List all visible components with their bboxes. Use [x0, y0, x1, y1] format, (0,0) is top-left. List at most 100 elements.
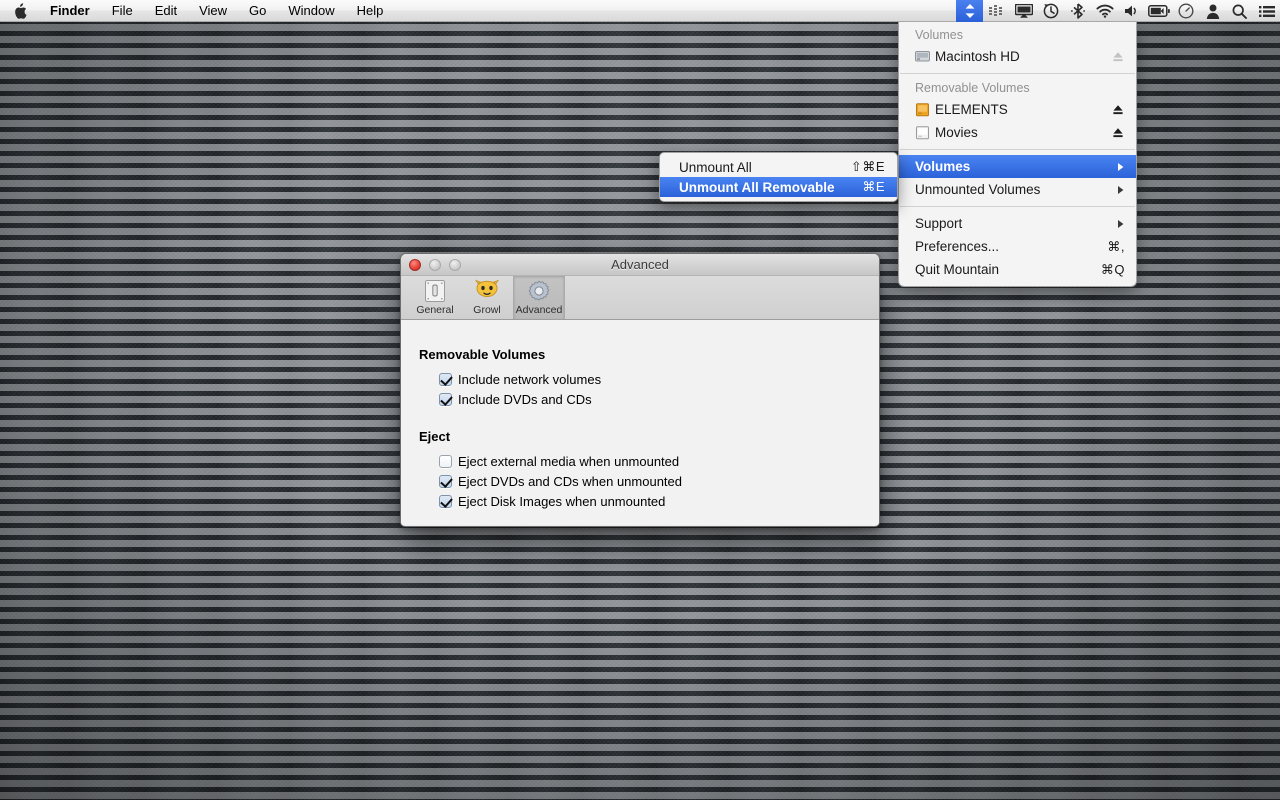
checkbox-box[interactable] [439, 393, 452, 406]
menu-window[interactable]: Window [277, 0, 345, 22]
menu-bar: Finder File Edit View Go Window Help [0, 0, 1280, 22]
menu-finder[interactable]: Finder [39, 0, 101, 22]
menu-item-label: ELEMENTS [935, 102, 1111, 117]
submenu-arrow-icon [1113, 219, 1125, 229]
close-button[interactable] [409, 259, 421, 271]
menu-item-elements[interactable]: ELEMENTS [899, 98, 1136, 121]
menu-item-support[interactable]: Support [899, 212, 1136, 235]
volume-icon[interactable] [1118, 0, 1145, 22]
menu-separator [900, 149, 1135, 150]
menu-item-preferences[interactable]: Preferences... ⌘, [899, 235, 1136, 258]
external-disk-orange-icon [915, 103, 935, 117]
menu-separator [900, 206, 1135, 207]
submenu-item-label: Unmount All Removable [679, 180, 850, 195]
checkbox-box[interactable] [439, 373, 452, 386]
group-removable-volumes: Removable Volumes Include network volume… [419, 347, 879, 409]
menu-item-label: Volumes [915, 159, 1113, 174]
preferences-window: Advanced General [400, 253, 880, 527]
menu-item-shortcut: ⌘Q [1101, 262, 1125, 278]
menu-item-label: Macintosh HD [935, 49, 1111, 64]
submenu-arrow-icon [1113, 162, 1125, 172]
window-title: Advanced [401, 257, 879, 272]
checkbox-include-dvds-and-cds[interactable]: Include DVDs and CDs [419, 389, 879, 409]
menu-file[interactable]: File [101, 0, 144, 22]
submenu-item-shortcut: ⌘E [862, 179, 885, 195]
menu-item-shortcut: ⌘, [1107, 239, 1125, 255]
submenu-item-shortcut: ⇧⌘E [851, 159, 885, 175]
menu-bar-extras [956, 0, 1280, 21]
window-titlebar[interactable]: Advanced [401, 254, 879, 276]
minimize-button[interactable] [429, 259, 441, 271]
internal-disk-icon [915, 50, 935, 63]
user-account-icon[interactable] [1199, 0, 1226, 22]
group-title: Eject [419, 429, 879, 444]
menu-item-label: Support [915, 216, 1113, 231]
menu-item-volumes[interactable]: Volumes [899, 155, 1136, 178]
menu-item-label: Preferences... [915, 239, 1095, 254]
menu-item-unmounted-volumes[interactable]: Unmounted Volumes [899, 178, 1136, 201]
eject-icon[interactable] [1111, 127, 1125, 139]
checkbox-label: Include network volumes [458, 372, 601, 387]
airplay-icon[interactable] [1010, 0, 1037, 22]
menu-item-label: Movies [935, 125, 1111, 140]
menu-edit[interactable]: Edit [144, 0, 188, 22]
notification-center-icon[interactable] [1253, 0, 1280, 22]
menu-separator [900, 73, 1135, 74]
checkbox-include-network-volumes[interactable]: Include network volumes [419, 369, 879, 389]
menu-view[interactable]: View [188, 0, 238, 22]
toolbar-tab-label: Growl [473, 305, 500, 316]
external-disk-white-icon [915, 126, 935, 140]
toolbar-tab-label: Advanced [516, 305, 563, 316]
menu-item-macintosh-hd[interactable]: Macintosh HD [899, 45, 1136, 68]
eject-icon[interactable] [1111, 104, 1125, 116]
submenu-item-unmount-all-removable[interactable]: Unmount All Removable ⌘E [660, 177, 897, 197]
volumes-submenu: Unmount All ⇧⌘E Unmount All Removable ⌘E [659, 152, 898, 202]
checkbox-eject-dvds-and-cds[interactable]: Eject DVDs and CDs when unmounted [419, 471, 879, 491]
eject-icon[interactable] [1111, 51, 1125, 63]
checkbox-box[interactable] [439, 495, 452, 508]
menu-item-label: Quit Mountain [915, 262, 1089, 277]
preferences-toolbar: General Growl [401, 276, 879, 320]
menu-bar-left: Finder File Edit View Go Window Help [0, 0, 394, 21]
clock-icon[interactable] [1172, 0, 1199, 22]
bluetooth-icon[interactable] [1064, 0, 1091, 22]
menu-help[interactable]: Help [346, 0, 395, 22]
mountain-eject-icon[interactable] [956, 0, 983, 22]
menu-item-quit-mountain[interactable]: Quit Mountain ⌘Q [899, 258, 1136, 281]
growl-dog-icon [474, 278, 500, 304]
toolbar-tab-general[interactable]: General [409, 276, 461, 319]
toolbar-tab-label: General [416, 305, 453, 316]
checkbox-label: Eject Disk Images when unmounted [458, 494, 665, 509]
menu-item-movies[interactable]: Movies [899, 121, 1136, 144]
checkbox-eject-external-media[interactable]: Eject external media when unmounted [419, 451, 879, 471]
equalizer-icon[interactable] [983, 0, 1010, 22]
zoom-button[interactable] [449, 259, 461, 271]
group-eject: Eject Eject external media when unmounte… [419, 429, 879, 511]
gear-icon [526, 278, 552, 304]
submenu-item-unmount-all[interactable]: Unmount All ⇧⌘E [660, 157, 897, 177]
menu-item-label: Unmounted Volumes [915, 182, 1113, 197]
battery-icon[interactable] [1145, 0, 1172, 22]
menu-section-volumes-title: Volumes [899, 26, 1136, 45]
toolbar-tab-advanced[interactable]: Advanced [513, 276, 565, 319]
spotlight-search-icon[interactable] [1226, 0, 1253, 22]
menu-go[interactable]: Go [238, 0, 277, 22]
checkbox-label: Include DVDs and CDs [458, 392, 592, 407]
submenu-arrow-icon [1113, 185, 1125, 195]
light-switch-icon [423, 278, 447, 304]
checkbox-box[interactable] [439, 475, 452, 488]
checkbox-label: Eject DVDs and CDs when unmounted [458, 474, 682, 489]
submenu-item-label: Unmount All [679, 160, 839, 175]
checkbox-eject-disk-images[interactable]: Eject Disk Images when unmounted [419, 491, 879, 511]
menu-section-removable-title: Removable Volumes [899, 79, 1136, 98]
toolbar-tab-growl[interactable]: Growl [461, 276, 513, 319]
preferences-content: Removable Volumes Include network volume… [401, 320, 879, 525]
checkbox-label: Eject external media when unmounted [458, 454, 679, 469]
wifi-icon[interactable] [1091, 0, 1118, 22]
mountain-dropdown-menu: Volumes Macintosh HD Removable Volumes [898, 22, 1137, 287]
time-machine-icon[interactable] [1037, 0, 1064, 22]
window-traffic-lights [401, 259, 461, 271]
checkbox-box[interactable] [439, 455, 452, 468]
apple-menu-icon[interactable] [0, 0, 39, 22]
group-title: Removable Volumes [419, 347, 879, 362]
